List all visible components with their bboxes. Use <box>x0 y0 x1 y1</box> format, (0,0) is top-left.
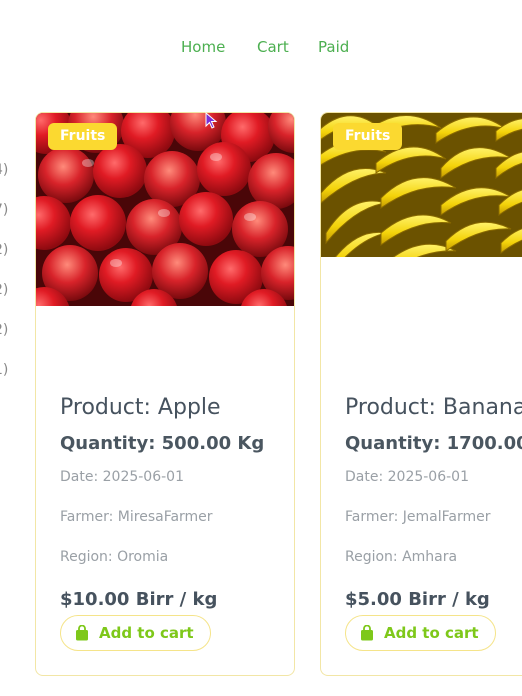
product-image-bananas: Fruits <box>321 113 522 257</box>
top-nav: Home Cart Paid <box>0 38 522 58</box>
shopping-bag-icon <box>75 625 89 641</box>
sidebar-count[interactable]: 2) <box>0 280 14 320</box>
sidebar-category-counts: 4) 7) 2) 2) 2) 1) <box>0 160 14 400</box>
product-date: Date: 2025-06-01 <box>60 469 184 485</box>
product-card-banana: Fruits Product: Banana Quantity: 1700.00… <box>320 112 522 676</box>
product-region: Region: Amhara <box>345 549 458 565</box>
nav-cart-link[interactable]: Cart <box>257 38 289 56</box>
mouse-cursor-icon <box>205 111 219 134</box>
product-farmer: Farmer: MiresaFarmer <box>60 509 213 525</box>
product-price: $5.00 Birr / kg <box>345 589 490 610</box>
product-name: Product: Banana <box>345 395 522 420</box>
sidebar-count[interactable]: 2) <box>0 320 14 360</box>
sidebar-count[interactable]: 7) <box>0 200 14 240</box>
page: Home Cart Paid 4) 7) 2) 2) 2) 1) <box>0 0 522 696</box>
product-region: Region: Oromia <box>60 549 169 565</box>
product-quantity: Quantity: 500.00 Kg <box>60 433 265 454</box>
add-to-cart-button[interactable]: Add to cart <box>60 615 211 651</box>
sidebar-count[interactable]: 4) <box>0 160 14 200</box>
product-card-apple: Fruits Product: Apple Quantity: 500.00 K… <box>35 112 295 676</box>
add-to-cart-label: Add to cart <box>99 624 194 642</box>
add-to-cart-button[interactable]: Add to cart <box>345 615 496 651</box>
sidebar-count[interactable]: 1) <box>0 360 14 400</box>
nav-paid-link[interactable]: Paid <box>318 38 349 56</box>
add-to-cart-label: Add to cart <box>384 624 479 642</box>
sidebar-count[interactable]: 2) <box>0 240 14 280</box>
product-image-apples: Fruits <box>36 113 294 306</box>
product-farmer: Farmer: JemalFarmer <box>345 509 491 525</box>
product-name: Product: Apple <box>60 395 221 420</box>
product-price: $10.00 Birr / kg <box>60 589 218 610</box>
product-quantity: Quantity: 1700.00 Kg <box>345 433 522 454</box>
product-date: Date: 2025-06-01 <box>345 469 469 485</box>
category-badge: Fruits <box>333 123 403 150</box>
nav-home-link[interactable]: Home <box>181 38 225 56</box>
category-badge: Fruits <box>48 123 118 150</box>
shopping-bag-icon <box>360 625 374 641</box>
